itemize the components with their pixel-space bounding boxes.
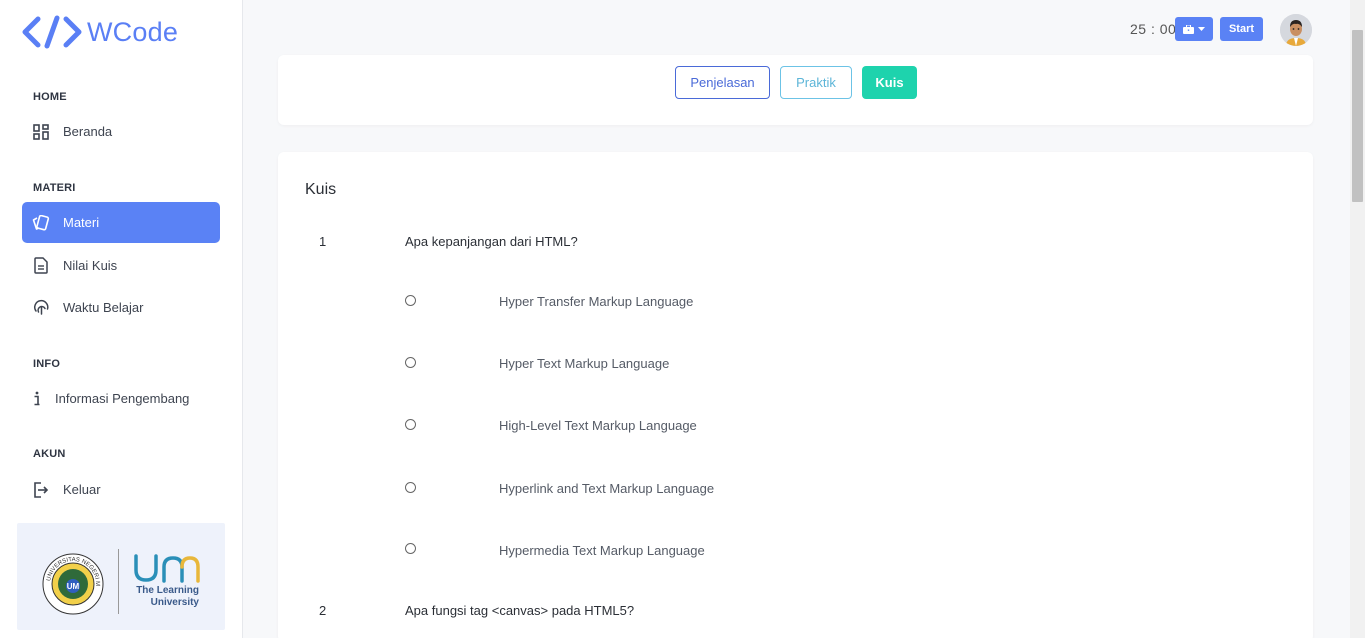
sidebar-item-label: Keluar <box>63 482 101 497</box>
sidebar-item-materi[interactable]: Materi <box>22 202 220 243</box>
sidebar-item-informasi-pengembang[interactable]: Informasi Pengembang <box>22 378 220 419</box>
sidebar-item-label: Nilai Kuis <box>63 258 118 273</box>
section-title-home: HOME <box>33 91 67 103</box>
section-title-akun: AKUN <box>33 448 66 460</box>
sidebar-item-label: Materi <box>63 215 100 230</box>
sidebar-item-nilai-kuis[interactable]: Nilai Kuis <box>22 245 220 286</box>
fingerprint-icon <box>32 299 50 317</box>
caret-down-icon <box>1198 26 1205 31</box>
um-logo <box>134 554 200 583</box>
answer-radio[interactable] <box>405 295 416 306</box>
scrollbar-thumb[interactable] <box>1352 30 1363 202</box>
sidebar: WCode HOME Beranda MATERI Materi Nilai K… <box>0 0 243 638</box>
page-scrollbar[interactable] <box>1350 0 1365 638</box>
countdown-timer: 25 : 00 <box>1130 21 1177 37</box>
tab-praktik[interactable]: Praktik <box>780 66 852 99</box>
sidebar-item-label: Beranda <box>63 124 113 139</box>
code-brackets-icon <box>22 15 82 49</box>
app-name: WCode <box>87 16 179 47</box>
question-text: Apa fungsi tag <canvas> pada HTML5? <box>405 603 635 618</box>
answer-option-label[interactable]: Hyper Transfer Markup Language <box>499 294 693 309</box>
answer-radio[interactable] <box>405 543 416 554</box>
tab-penjelasan[interactable]: Penjelasan <box>675 66 770 99</box>
document-icon <box>32 257 50 275</box>
question-text: Apa kepanjangan dari HTML? <box>405 234 578 249</box>
sidebar-item-label: Waktu Belajar <box>63 300 144 315</box>
answer-radio[interactable] <box>405 482 416 493</box>
um-tagline: The Learning University <box>133 585 199 609</box>
app-logo[interactable]: WCode <box>22 14 178 50</box>
briefcase-icon <box>1183 24 1194 34</box>
answer-radio[interactable] <box>405 357 416 368</box>
tagline-line-2: University <box>150 597 199 608</box>
svg-text:UM: UM <box>67 582 80 591</box>
answer-option-label[interactable]: Hyper Text Markup Language <box>499 356 669 371</box>
material-tabs-card: Penjelasan Praktik Kuis <box>278 55 1313 125</box>
tab-kuis[interactable]: Kuis <box>862 66 917 99</box>
question-number: 1 <box>319 234 327 249</box>
sponsor-banner: UM UNIVERSITAS NEGERI MALANG The Learnin… <box>17 523 225 630</box>
answer-option-label[interactable]: Hyperlink and Text Markup Language <box>499 481 714 496</box>
logo-divider <box>118 549 119 614</box>
start-button[interactable]: Start <box>1220 17 1263 41</box>
sidebar-item-keluar[interactable]: Keluar <box>22 469 220 510</box>
quiz-card: Kuis 1 Apa kepanjangan dari HTML? Hyper … <box>278 152 1313 638</box>
answer-option-label[interactable]: Hypermedia Text Markup Language <box>499 543 705 558</box>
quiz-title: Kuis <box>305 181 337 198</box>
sidebar-item-beranda[interactable]: Beranda <box>22 111 220 152</box>
toolbox-dropdown-button[interactable] <box>1175 17 1213 41</box>
university-seal-logo: UM UNIVERSITAS NEGERI MALANG <box>42 553 104 615</box>
sidebar-item-waktu-belajar[interactable]: Waktu Belajar <box>22 287 220 328</box>
section-title-materi: MATERI <box>33 182 76 194</box>
sidebar-item-label: Informasi Pengembang <box>55 391 190 406</box>
cards-icon <box>32 214 50 232</box>
tagline-line-1: The Learning <box>136 585 199 596</box>
answer-radio[interactable] <box>405 419 416 430</box>
section-title-info: INFO <box>33 358 61 370</box>
user-avatar[interactable] <box>1280 14 1312 46</box>
question-number: 2 <box>319 603 327 618</box>
dashboard-icon <box>32 123 50 141</box>
answer-option-label[interactable]: High-Level Text Markup Language <box>499 418 697 433</box>
info-icon <box>32 390 42 408</box>
avatar-image <box>1280 14 1312 46</box>
logout-icon <box>32 481 50 499</box>
